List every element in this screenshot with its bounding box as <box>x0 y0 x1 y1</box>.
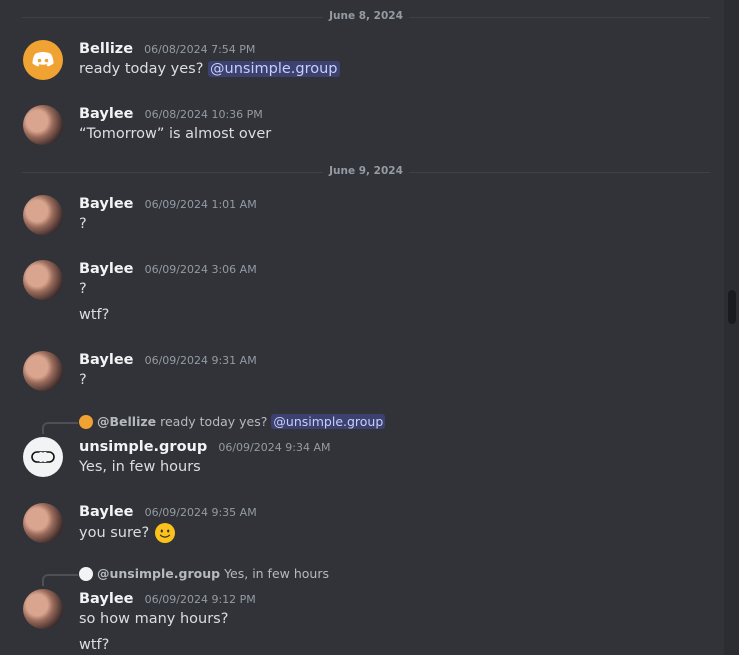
reply-avatar <box>79 414 93 429</box>
discord-logo-icon <box>32 52 54 67</box>
message-text: Yes, in few hours <box>79 459 201 475</box>
link-logo-icon <box>31 451 55 463</box>
scrollbar-track[interactable] <box>724 0 739 655</box>
timestamp[interactable]: 06/09/2024 9:12 PM <box>145 593 256 606</box>
message-text: wtf? <box>79 307 110 323</box>
message-text: ? <box>79 372 87 388</box>
message-text: wtf? <box>79 637 110 653</box>
slightly-smiling-face-icon[interactable] <box>154 522 176 544</box>
author-name[interactable]: Baylee <box>79 591 133 607</box>
message-text: you sure? <box>79 525 150 541</box>
reply-preview[interactable]: @unsimple.group Yes, in few hours <box>79 566 329 581</box>
author-name[interactable]: Baylee <box>79 504 133 520</box>
timestamp[interactable]: 06/08/2024 10:36 PM <box>145 108 263 121</box>
timestamp[interactable]: 06/09/2024 9:31 AM <box>145 354 257 367</box>
user-mention[interactable]: @unsimple.group <box>271 414 386 429</box>
avatar[interactable] <box>23 260 63 300</box>
author-name[interactable]: unsimple.group <box>79 439 207 455</box>
message-text: ? <box>79 281 87 297</box>
timestamp[interactable]: 06/09/2024 9:35 AM <box>145 506 257 519</box>
message-list: June 8, 2024 Bellize 06/08/2024 7:54 PM … <box>0 0 724 655</box>
timestamp[interactable]: 06/08/2024 7:54 PM <box>144 43 255 56</box>
avatar[interactable] <box>23 351 63 391</box>
reply-author[interactable]: @Bellize <box>97 414 156 429</box>
author-name[interactable]: Baylee <box>79 196 133 212</box>
timestamp[interactable]: 06/09/2024 3:06 AM <box>145 263 257 276</box>
timestamp[interactable]: 06/09/2024 1:01 AM <box>145 198 257 211</box>
reply-avatar <box>79 566 93 581</box>
timestamp[interactable]: 06/09/2024 9:34 AM <box>218 441 330 454</box>
message-content: ready today yes? @unsimple.group <box>79 61 340 77</box>
user-mention[interactable]: @unsimple.group <box>208 61 340 77</box>
message-text: “Tomorrow” is almost over <box>79 126 272 142</box>
author-name[interactable]: Baylee <box>79 261 133 277</box>
reply-preview[interactable]: @Bellize ready today yes? @unsimple.grou… <box>79 414 386 429</box>
scrollbar-thumb[interactable] <box>728 290 736 324</box>
message-text: ? <box>79 216 87 232</box>
date-divider: June 8, 2024 <box>22 10 710 22</box>
date-divider: June 9, 2024 <box>22 165 710 177</box>
author-name[interactable]: Baylee <box>79 352 133 368</box>
message-text: so how many hours? <box>79 611 229 627</box>
reply-author[interactable]: @unsimple.group <box>97 566 220 581</box>
avatar[interactable] <box>23 40 63 80</box>
avatar[interactable] <box>23 589 63 629</box>
avatar[interactable] <box>23 195 63 235</box>
author-name[interactable]: Baylee <box>79 106 133 122</box>
message-text: ready today yes? <box>79 61 204 77</box>
reply-spine <box>42 422 78 434</box>
avatar[interactable] <box>23 105 63 145</box>
author-name[interactable]: Bellize <box>79 41 133 57</box>
reply-text: ready today yes? <box>160 414 268 429</box>
date-divider-label: June 8, 2024 <box>323 10 409 22</box>
avatar[interactable] <box>23 437 63 477</box>
reply-spine <box>42 574 78 586</box>
message-content: you sure? <box>79 522 176 544</box>
reply-text: Yes, in few hours <box>224 566 329 581</box>
avatar[interactable] <box>23 503 63 543</box>
date-divider-label: June 9, 2024 <box>323 165 409 177</box>
